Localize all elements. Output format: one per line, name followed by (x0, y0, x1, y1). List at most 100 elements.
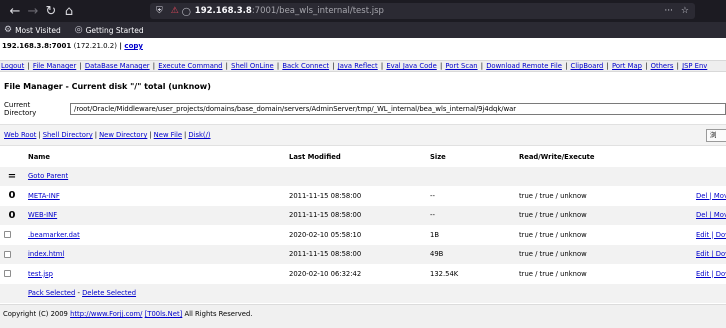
select-checkbox[interactable] (4, 270, 11, 278)
select-checkbox[interactable] (4, 231, 11, 239)
url-host: 192.168.3.8 (194, 6, 252, 16)
arrow-left-icon[interactable]: ← (6, 4, 24, 19)
current-directory-row: Current Directory /root/Oracle/Middlewar… (0, 101, 726, 117)
file-actions[interactable]: Del | Mov (696, 211, 726, 219)
host-ip: (172.21.0.2) (73, 42, 117, 50)
disk-link[interactable]: Disk(/) (188, 131, 210, 139)
new-file-link[interactable]: New File (154, 131, 182, 139)
file-actions[interactable]: Edit | Dov (696, 270, 726, 278)
url-path: :7001/bea_wls_internal/test.jsp (251, 6, 384, 16)
menu-jsp-env[interactable]: JSP Env (682, 62, 707, 70)
goto-parent-link[interactable]: Goto Parent (28, 172, 68, 180)
col-size: Size (426, 147, 515, 167)
more-dots-icon[interactable]: ··· (664, 6, 673, 16)
separator: - (77, 289, 80, 298)
menu-back-connect[interactable]: Back Connect (282, 62, 329, 70)
table-row: 0 META-INF 2011-11-15 08:58:00 -- true /… (0, 186, 726, 206)
file-name-link[interactable]: WEB-INF (28, 211, 57, 219)
main-menu: Logout | File Manager | DataBase Manager… (0, 60, 726, 72)
menu-port-scan[interactable]: Port Scan (445, 62, 477, 70)
menu-logout[interactable]: Logout (1, 62, 24, 70)
table-row: test.jsp 2020-02-10 06:32:42 132.54K tru… (0, 264, 726, 284)
menu-port-map[interactable]: Port Map (612, 62, 642, 70)
file-size: 49B (426, 244, 515, 264)
menu-eval-java-code[interactable]: Eval Java Code (386, 62, 436, 70)
file-modified: 2011-11-15 08:58:00 (285, 205, 426, 225)
bookmark-most-visited[interactable]: ⚙ Most Visited (4, 25, 61, 35)
pack-selected-link[interactable]: Pack Selected (28, 289, 75, 297)
bookmark-getting-started[interactable]: ◎ Getting Started (75, 25, 144, 35)
file-size: 1B (430, 230, 439, 239)
web-root-link[interactable]: Web Root (4, 131, 36, 139)
address-bar[interactable]: ⛨ ⚠ ◯ 192.168.3.8:7001/bea_wls_internal/… (150, 3, 695, 19)
menu-file-manager[interactable]: File Manager (33, 62, 76, 70)
file-name-link[interactable]: META-INF (28, 192, 60, 200)
file-modified: 2020-02-10 06:32:42 (289, 269, 362, 278)
menu-others[interactable]: Others (651, 62, 674, 70)
copyright-text: Copyright (C) 2009 (3, 310, 68, 318)
file-modified: 2020-02-10 05:58:10 (289, 230, 362, 239)
menu-shell-online[interactable]: Shell OnLine (231, 62, 274, 70)
parent-icon: = (0, 166, 24, 186)
arrow-right-icon[interactable]: → (24, 4, 42, 19)
shell-directory-link[interactable]: Shell Directory (43, 131, 93, 139)
table-row: = Goto Parent (0, 166, 726, 186)
col-modified: Last Modified (285, 147, 426, 167)
file-name-link[interactable]: .beamarker.dat (28, 231, 80, 239)
bookmark-label: Getting Started (85, 25, 144, 35)
shield-icon[interactable]: ⛨ (156, 6, 163, 16)
key-icon[interactable]: ◯ (182, 7, 191, 16)
folder-icon: 0 (0, 205, 24, 225)
table-row: .beamarker.dat 2020-02-10 05:58:10 1B tr… (0, 225, 726, 245)
reload-icon[interactable]: ↻ (42, 4, 60, 19)
separator: | (119, 42, 122, 50)
globe-icon: ◎ (74, 25, 83, 35)
col-icon (0, 147, 24, 167)
current-directory-label: Current Directory (4, 101, 37, 117)
menu-execute-command[interactable]: Execute Command (158, 62, 222, 70)
table-row: index.html 2011-11-15 08:58:00 49B true … (0, 244, 726, 264)
delete-selected-link[interactable]: Delete Selected (82, 289, 136, 297)
select-checkbox[interactable] (4, 250, 11, 258)
rights-text: All Rights Reserved. (184, 310, 253, 318)
file-modified: 2011-11-15 08:58:00 (285, 244, 426, 264)
file-rwx: true / true / unknow (515, 244, 692, 264)
bookmarks-bar: ⚙ Most Visited ◎ Getting Started (0, 22, 726, 38)
file-size: -- (430, 191, 435, 200)
file-actions[interactable]: Edit | Dov (696, 231, 726, 239)
menu-database-manager[interactable]: DataBase Manager (85, 62, 150, 70)
file-rwx: true / true / unknow (519, 230, 587, 239)
browse-button[interactable]: 浏 (706, 129, 726, 142)
menu-download-remote-file[interactable]: Download Remote File (486, 62, 562, 70)
file-rwx: true / true / unknow (519, 191, 587, 200)
file-name-link[interactable]: test.jsp (28, 270, 53, 278)
file-size: -- (426, 205, 515, 225)
page-title: File Manager - Current disk "/" total (u… (4, 82, 211, 91)
copy-link[interactable]: copy (124, 42, 143, 50)
file-table: Name Last Modified Size Read/Write/Execu… (0, 147, 726, 303)
file-tools: Web Root | Shell Directory | New Directory… (0, 124, 726, 146)
insecure-lock-icon[interactable]: ⚠ (171, 6, 179, 16)
file-actions[interactable]: Edit | Dov (696, 250, 726, 258)
forjj-link[interactable]: http://www.Forjj.com/ (70, 310, 142, 318)
menu-java-reflect[interactable]: Java Reflect (338, 62, 378, 70)
host-address: 192.168.3.8:7001 (2, 42, 72, 50)
col-rwx: Read/Write/Execute (515, 147, 692, 167)
new-directory-link[interactable]: New Directory (99, 131, 147, 139)
file-actions[interactable]: Del | Mov (696, 192, 726, 200)
home-icon[interactable]: ⌂ (60, 4, 78, 19)
t00ls-link[interactable]: [T00ls.Net] (145, 310, 183, 318)
browser-toolbar: ← → ↻ ⌂ ⛨ ⚠ ◯ 192.168.3.8:7001/bea_wls_i… (0, 0, 726, 22)
footer: Copyright (C) 2009 http://www.Forjj.com/… (0, 304, 726, 328)
file-rwx: true / true / unknow (515, 205, 692, 225)
file-rwx: true / true / unknow (519, 269, 587, 278)
file-modified: 2011-11-15 08:58:00 (289, 191, 362, 200)
table-row: 0 WEB-INF 2011-11-15 08:58:00 -- true / … (0, 205, 726, 225)
bookmark-star-icon[interactable]: ☆ (681, 6, 689, 16)
table-header: Name Last Modified Size Read/Write/Execu… (0, 147, 726, 167)
col-name: Name (24, 147, 285, 167)
file-name-link[interactable]: index.html (28, 250, 64, 258)
menu-clipboard[interactable]: ClipBoard (571, 62, 604, 70)
current-directory-input[interactable]: /root/Oracle/Middleware/user_projects/do… (70, 103, 726, 115)
gear-icon: ⚙ (4, 25, 13, 35)
